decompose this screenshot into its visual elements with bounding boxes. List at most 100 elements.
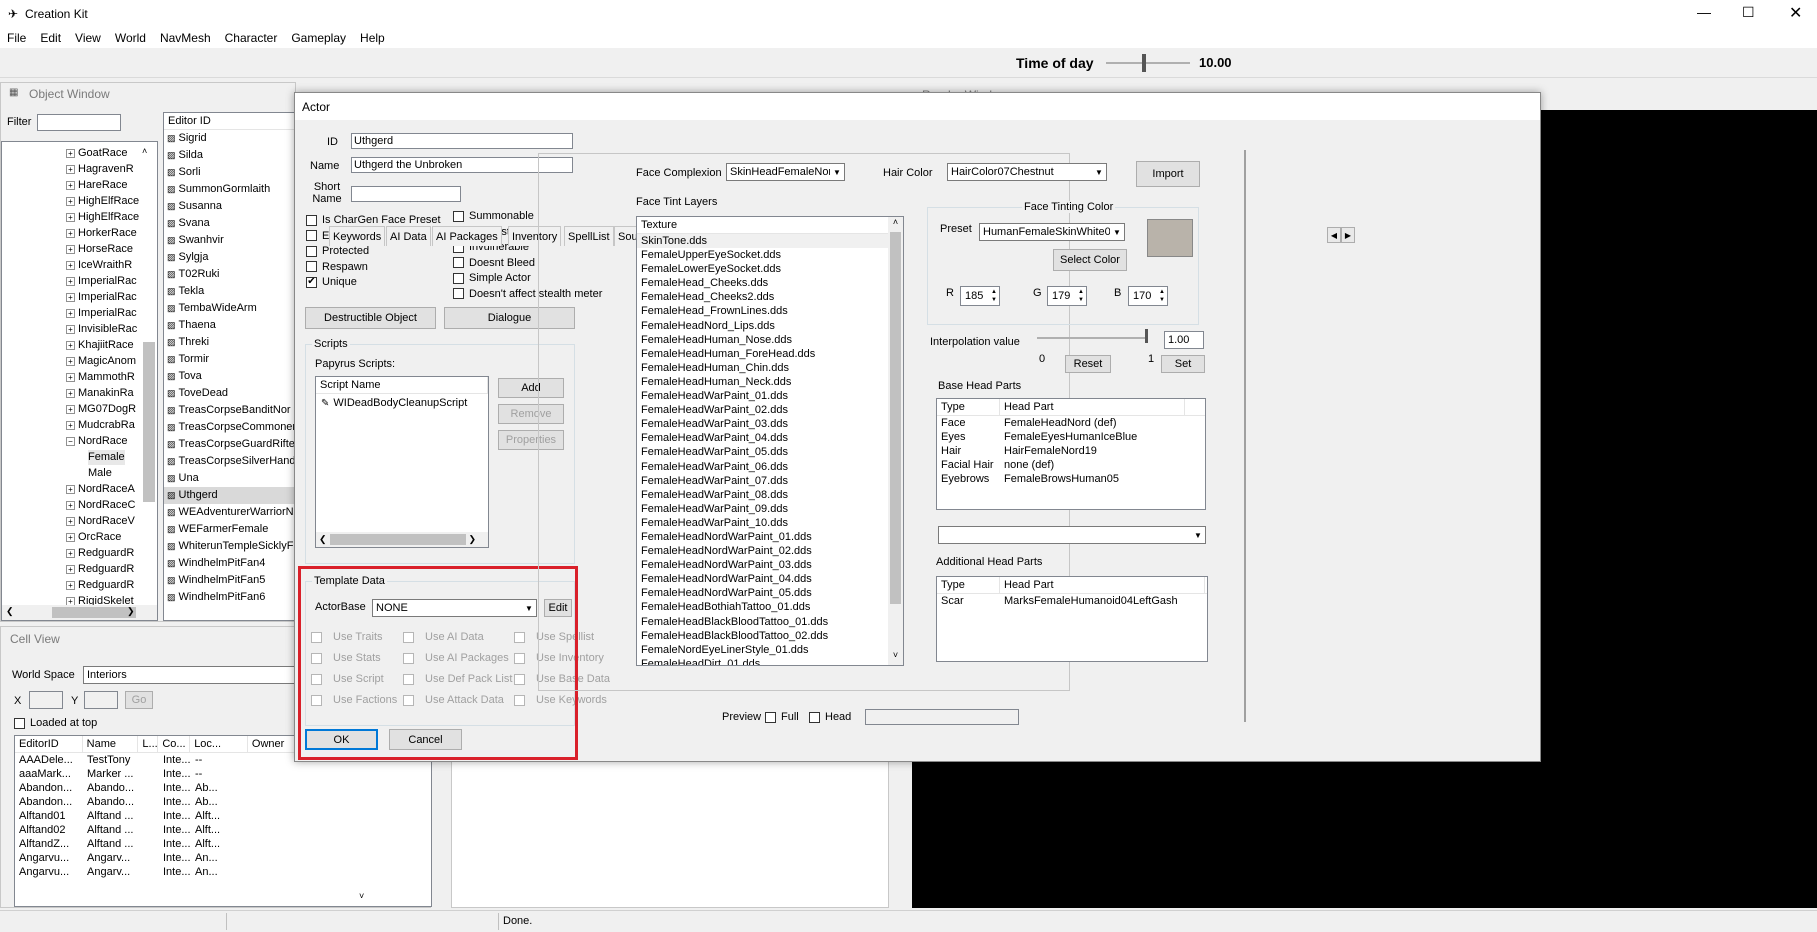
script-list-header[interactable]: Script Name <box>316 377 488 394</box>
g-spinner[interactable]: 179 ▲ ▼ <box>1047 286 1087 306</box>
tree-expander-icon[interactable]: − <box>66 436 75 446</box>
tree-item[interactable]: + IceWraithR <box>66 258 132 273</box>
texture-item[interactable]: FemaleHeadWarPaint_09.dds <box>637 502 903 516</box>
texture-item[interactable]: FemaleHeadNordWarPaint_04.dds <box>637 572 903 586</box>
checkbox-box[interactable]: ✔ <box>306 276 317 288</box>
tree-item[interactable]: + HorseRace <box>66 242 133 257</box>
tree-item[interactable]: + NordRaceV <box>66 514 135 529</box>
tree-item[interactable]: + KhajiitRace <box>66 338 134 353</box>
script-list[interactable]: Script Name ✎ WIDeadBodyCleanupScript ❮ … <box>315 376 489 548</box>
scroll-thumb[interactable] <box>890 232 901 604</box>
texture-item[interactable]: FemaleHeadBlackBloodTattoo_02.dds <box>637 629 903 643</box>
object-list[interactable]: Editor ID ▨ Sigrid ▨ Silda ▨ Sorli ▨ SummonGorm… <box>163 112 297 621</box>
col-head-part[interactable]: Head Part <box>1000 399 1185 415</box>
spinner-arrows-icon[interactable]: ▲ ▼ <box>1078 288 1084 304</box>
checkbox-box[interactable] <box>306 214 317 226</box>
x-input[interactable] <box>29 691 63 709</box>
interpolation-slider-thumb[interactable] <box>1145 329 1148 343</box>
hair-color-select[interactable]: HairColor07Chestnut ▼ <box>947 163 1107 181</box>
time-of-day-thumb[interactable] <box>1142 54 1146 72</box>
script-list-hscroll[interactable]: ❮ ❯ <box>316 532 488 547</box>
id-input[interactable]: Uthgerd <box>351 133 573 149</box>
cell-row[interactable]: Angarvu... Angarv... Inte... An... <box>15 851 431 865</box>
object-list-item[interactable]: ▨ Uthgerd <box>164 487 296 504</box>
texture-item[interactable]: FemaleHeadHuman_Neck.dds <box>637 375 903 389</box>
cell-row[interactable]: Angarvu... Angarv... Inte... An... <box>15 865 431 879</box>
object-list-item[interactable]: ▨ WindhelmPitFan5 <box>164 572 296 589</box>
texture-item[interactable]: FemaleHead_Cheeks.dds <box>637 276 903 290</box>
object-list-header[interactable]: Editor ID <box>164 113 296 130</box>
tree-item[interactable]: + ManakinRa <box>66 386 134 401</box>
texture-list[interactable]: Texture SkinTone.dds FemaleUpperEyeSocket… <box>636 216 904 666</box>
set-button[interactable]: Set <box>1161 355 1205 373</box>
script-row[interactable]: ✎ WIDeadBodyCleanupScript <box>316 394 488 409</box>
object-list-item[interactable]: ▨ Una <box>164 470 296 487</box>
flag-checkbox[interactable]: Is CharGen Face Preset <box>306 214 441 226</box>
tree-expander-icon[interactable]: + <box>66 308 75 318</box>
b-spinner[interactable]: 170 ▲ ▼ <box>1128 286 1168 306</box>
object-list-item[interactable]: ▨ ToveDead <box>164 385 296 402</box>
scroll-left-icon[interactable]: ❮ <box>6 606 14 617</box>
object-list-item[interactable]: ▨ Susanna <box>164 198 296 215</box>
tab-scroll-left[interactable]: ◀ <box>1327 227 1341 243</box>
chevron-down-icon[interactable]: ▼ <box>1092 164 1106 180</box>
head-part-row[interactable]: Hair HairFemaleNord19 <box>937 444 1205 458</box>
object-list-item[interactable]: ▨ TreasCorpseBanditNor <box>164 402 296 419</box>
tree-item[interactable]: + RedguardR <box>66 562 134 577</box>
tree-item[interactable]: + InvisibleRac <box>66 322 137 337</box>
texture-item[interactable]: FemaleLowerEyeSocket.dds <box>637 262 903 276</box>
texture-item[interactable]: FemaleHeadNordWarPaint_03.dds <box>637 558 903 572</box>
spinner-arrows-icon[interactable]: ▲ ▼ <box>1159 288 1165 304</box>
texture-item[interactable]: FemaleNordEyeLinerStyle_01.dds <box>637 643 903 657</box>
col-type[interactable]: Type <box>937 577 1000 593</box>
tree-expander-icon[interactable]: + <box>66 564 75 574</box>
menu-file[interactable]: File <box>0 28 33 48</box>
object-list-item[interactable]: ▨ Tekla <box>164 283 296 300</box>
tree-expander-icon[interactable]: + <box>66 324 75 334</box>
texture-item[interactable]: FemaleHeadHuman_Chin.dds <box>637 361 903 375</box>
texture-item[interactable]: FemaleHeadNordWarPaint_02.dds <box>637 544 903 558</box>
chevron-down-icon[interactable]: ▼ <box>830 164 844 180</box>
cell-row[interactable]: aaaMark... Marker ... Inte... -- <box>15 767 431 781</box>
checkbox-box[interactable] <box>453 210 464 222</box>
texture-item[interactable]: FemaleHeadNord_Lips.dds <box>637 319 903 333</box>
flag-checkbox[interactable]: ✔ Unique <box>306 276 357 288</box>
preview-full-checkbox[interactable]: Full <box>765 711 799 723</box>
object-list-item[interactable]: ▨ WhiterunTempleSicklyF <box>164 538 296 555</box>
head-part-row[interactable]: Face FemaleHeadNord (def) <box>937 416 1205 430</box>
texture-item[interactable]: FemaleHeadDirt_01.dds <box>637 657 903 665</box>
object-list-item[interactable]: ▨ TreasCorpseCommoner <box>164 419 296 436</box>
tree-expander-icon[interactable]: + <box>66 548 75 558</box>
preview-head-box[interactable] <box>809 711 820 723</box>
object-list-item[interactable]: ▨ Thaena <box>164 317 296 334</box>
cell-row[interactable]: Alftand01 Alftand ... Inte... Alft... <box>15 809 431 823</box>
texture-item[interactable]: FemaleHead_Cheeks2.dds <box>637 290 903 304</box>
tree-expander-icon[interactable]: + <box>66 356 75 366</box>
tree-expander-icon[interactable]: + <box>66 404 75 414</box>
menu-navmesh[interactable]: NavMesh <box>153 28 218 48</box>
tab-ai-data[interactable]: AI Data <box>386 226 431 246</box>
tree-item[interactable]: + MammothR <box>66 370 135 385</box>
menu-gameplay[interactable]: Gameplay <box>284 28 353 48</box>
chevron-down-icon[interactable]: ▼ <box>1110 224 1124 240</box>
scroll-thumb[interactable] <box>329 534 466 545</box>
col-name[interactable]: Name <box>83 736 139 752</box>
object-list-item[interactable]: ▨ T02Ruki <box>164 266 296 283</box>
object-list-item[interactable]: ▨ SummonGormlaith <box>164 181 296 198</box>
tree-item[interactable]: + OrcRace <box>66 530 121 545</box>
destructible-object-button[interactable]: Destructible Object <box>305 307 436 329</box>
tree-item[interactable]: + MagicAnom <box>66 354 136 369</box>
go-button[interactable]: Go <box>125 691 153 709</box>
checkbox-box[interactable] <box>453 288 464 299</box>
time-of-day-slider[interactable] <box>1106 62 1190 64</box>
maximize-icon[interactable]: ☐ <box>1742 4 1755 21</box>
world-space-select[interactable]: Interiors <box>83 666 303 684</box>
checkbox-box[interactable] <box>453 272 464 284</box>
menu-view[interactable]: View <box>68 28 108 48</box>
tree-item[interactable]: + NordRaceC <box>66 498 135 513</box>
import-button[interactable]: Import <box>1136 161 1200 187</box>
head-part-row[interactable]: Eyebrows FemaleBrowsHuman05 <box>937 472 1205 486</box>
object-list-item[interactable]: ▨ TreasCorpseSilverHand <box>164 453 296 470</box>
texture-item[interactable]: FemaleHeadWarPaint_04.dds <box>637 431 903 445</box>
checkbox-box[interactable] <box>306 245 317 257</box>
